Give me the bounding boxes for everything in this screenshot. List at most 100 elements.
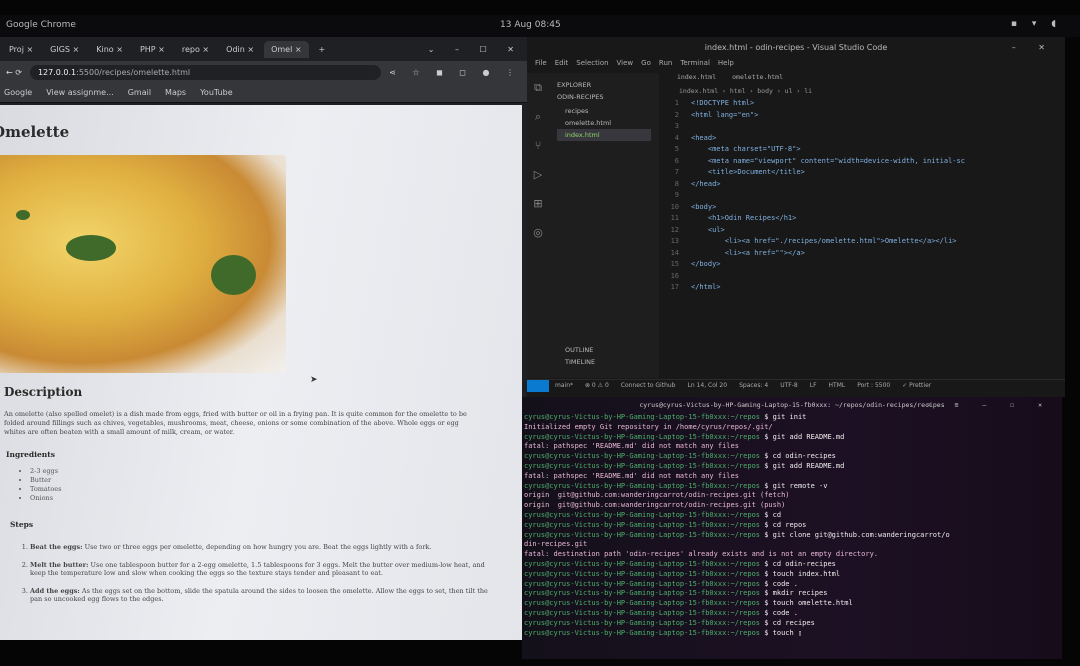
browser-tab[interactable]: GIGS × xyxy=(43,41,86,58)
terminal-window[interactable]: cyrus@cyrus-Victus-by-HP-Gaming-Laptop-1… xyxy=(522,397,1062,659)
prompt: cyrus@cyrus-Victus-by-HP-Gaming-Laptop-1… xyxy=(524,599,761,608)
menu-bar: File Edit Selection View Go Run Terminal Help xyxy=(527,59,1065,73)
terminal-line: fatal: pathspec 'README.md' did not matc… xyxy=(522,472,1062,482)
code-line: 6 <meta name="viewport" content="width=d… xyxy=(659,157,1059,169)
bookmark[interactable]: Google xyxy=(4,88,32,97)
prompt: cyrus@cyrus-Victus-by-HP-Gaming-Laptop-1… xyxy=(524,520,761,529)
browser-tab[interactable]: Omel × xyxy=(264,40,309,58)
command: $ cd recipes xyxy=(764,618,815,627)
code-line: 10 <body> xyxy=(659,203,1059,215)
file-item[interactable]: index.html xyxy=(557,129,651,141)
prompt: cyrus@cyrus-Victus-by-HP-Gaming-Laptop-1… xyxy=(524,510,761,519)
bookmarks-bar: Google View assignme... Gmail Maps YouTube xyxy=(0,83,527,103)
terminal-line: cyrus@cyrus-Victus-by-HP-Gaming-Laptop-1… xyxy=(522,609,1062,619)
browser-tab[interactable]: Odin × xyxy=(219,41,261,58)
output: origin git@github.com:wanderingcarrot/od… xyxy=(524,491,790,500)
code-text: <li><a href=""></a> xyxy=(691,248,805,257)
status-item[interactable]: ✓ Prettier xyxy=(902,382,931,389)
status-item[interactable]: Port : 5500 xyxy=(857,382,890,389)
code-text: <title>Document</title> xyxy=(691,168,805,176)
terminal-line: cyrus@cyrus-Victus-by-HP-Gaming-Laptop-1… xyxy=(522,580,1062,590)
bookmark[interactable]: YouTube xyxy=(200,88,233,97)
status-item[interactable]: Spaces: 4 xyxy=(739,382,768,389)
code-text: </html> xyxy=(691,283,721,291)
chrome-window: Proj × GIGS × Kino × PHP × repo × Odin × Omel … xyxy=(0,37,527,640)
status-item[interactable]: ⊗ 0 ⚠ 0 xyxy=(585,382,609,389)
file-item[interactable]: omelette.html xyxy=(557,117,651,129)
output: fatal: pathspec 'README.md' did not matc… xyxy=(524,471,739,480)
activity-icon[interactable]: ◎ xyxy=(527,218,549,247)
status-item[interactable]: UTF-8 xyxy=(780,382,798,389)
code-text: <meta name="viewport" content="width=dev… xyxy=(691,156,965,165)
reload-icon[interactable]: ← ⟳ xyxy=(6,68,22,77)
browser-tab[interactable]: repo × xyxy=(175,41,216,58)
window-controls[interactable]: – ✕ xyxy=(1012,37,1055,59)
menu-item[interactable]: Run xyxy=(659,59,672,73)
status-item[interactable]: Connect to Github xyxy=(621,382,676,389)
ingredients-list: 2-3 eggsButterTomatoesOnions xyxy=(30,467,62,503)
status-item[interactable]: Ln 14, Col 20 xyxy=(688,382,728,389)
menu-item[interactable]: Terminal xyxy=(680,59,710,73)
page-title: Omelette xyxy=(0,123,70,141)
breadcrumb[interactable]: index.html › html › body › ul › li xyxy=(659,87,1059,99)
active-app-name: Google Chrome xyxy=(6,20,76,30)
window-controls[interactable]: ⌄ – ☐ ✕ xyxy=(428,45,527,54)
explorer-sidebar: EXPLORER ODIN-RECIPES recipes omelette.ht… xyxy=(549,73,659,378)
file-item[interactable]: recipes xyxy=(557,105,651,117)
code-text: </head> xyxy=(691,179,721,188)
remote-indicator[interactable] xyxy=(527,380,549,392)
status-item[interactable]: main* xyxy=(555,382,573,389)
menu-item[interactable]: Go xyxy=(641,59,651,73)
terminal-line: cyrus@cyrus-Victus-by-HP-Gaming-Laptop-1… xyxy=(522,413,1062,423)
system-top-bar: Google Chrome 13 Aug 08:45 ▪ ▾ ◖ xyxy=(0,15,1080,37)
project-folder[interactable]: ODIN-RECIPES xyxy=(549,91,659,103)
new-tab-button[interactable]: + xyxy=(312,41,333,58)
terminal-window-controls[interactable]: ⌕ ≡ – ☐ ✕ xyxy=(927,397,1052,413)
bookmark[interactable]: Maps xyxy=(165,88,186,97)
menu-item[interactable]: Selection xyxy=(576,59,608,73)
timeline-section[interactable]: TIMELINE xyxy=(557,356,651,368)
url-path: :5500/recipes/omelette.html xyxy=(76,67,191,77)
output: fatal: pathspec 'README.md' did not matc… xyxy=(524,442,739,451)
window-title: index.html - odin-recipes - Visual Studi… xyxy=(704,43,888,52)
activity-icon[interactable]: ▷ xyxy=(527,160,549,189)
code-editor[interactable]: index.html omelette.html index.html › htm… xyxy=(659,73,1059,378)
line-number: 12 xyxy=(670,225,679,234)
outline-section[interactable]: OUTLINE xyxy=(557,344,651,356)
browser-tab[interactable]: PHP × xyxy=(133,41,172,58)
terminal-line: cyrus@cyrus-Victus-by-HP-Gaming-Laptop-1… xyxy=(522,629,1062,639)
explorer-header: EXPLORER xyxy=(557,81,592,89)
line-number: 10 xyxy=(670,202,679,211)
activity-icon[interactable]: ⧉ xyxy=(527,73,549,102)
status-item[interactable]: HTML xyxy=(829,382,846,389)
terminal-line: cyrus@cyrus-Victus-by-HP-Gaming-Laptop-1… xyxy=(522,589,1062,599)
output: origin git@github.com:wanderingcarrot/od… xyxy=(524,501,786,510)
toolbar-icons[interactable]: ⋖ ☆ ◼ ◻ ● ⋮ xyxy=(389,68,521,77)
address-bar[interactable]: 127.0.0.1:5500/recipes/omelette.html xyxy=(29,64,382,80)
activity-icon[interactable]: ⑂ xyxy=(527,131,549,160)
vscode-window: index.html - odin-recipes - Visual Studi… xyxy=(527,37,1065,397)
ingredient-item: Tomatoes xyxy=(30,485,62,494)
editor-tab[interactable]: index.html xyxy=(677,73,716,87)
bookmark[interactable]: View assignme... xyxy=(46,88,113,97)
menu-item[interactable]: View xyxy=(617,59,634,73)
step-text: Use two or three eggs per omelette, depe… xyxy=(84,543,432,551)
menu-item[interactable]: Help xyxy=(718,59,734,73)
menu-item[interactable]: File xyxy=(535,59,547,73)
terminal-line: origin git@github.com:wanderingcarrot/od… xyxy=(522,501,1062,511)
browser-tab[interactable]: Proj × xyxy=(2,41,40,58)
browser-tab[interactable]: Kino × xyxy=(89,41,130,58)
editor-tab[interactable]: omelette.html xyxy=(732,73,783,87)
terminal-line: cyrus@cyrus-Victus-by-HP-Gaming-Laptop-1… xyxy=(522,452,1062,462)
terminal-line: cyrus@cyrus-Victus-by-HP-Gaming-Laptop-1… xyxy=(522,531,1062,541)
status-item[interactable]: LF xyxy=(810,382,817,389)
bookmark[interactable]: Gmail xyxy=(128,88,151,97)
activity-icon[interactable]: ⌕ xyxy=(527,102,549,131)
command: $ cd xyxy=(764,510,782,519)
system-tray-icons[interactable]: ▪ ▾ ◖ xyxy=(1011,19,1062,29)
clock[interactable]: 13 Aug 08:45 xyxy=(500,20,561,30)
activity-icon[interactable]: ⊞ xyxy=(527,189,549,218)
terminal-line: cyrus@cyrus-Victus-by-HP-Gaming-Laptop-1… xyxy=(522,511,1062,521)
code-text: <!DOCTYPE html> xyxy=(691,99,755,107)
menu-item[interactable]: Edit xyxy=(555,59,569,73)
